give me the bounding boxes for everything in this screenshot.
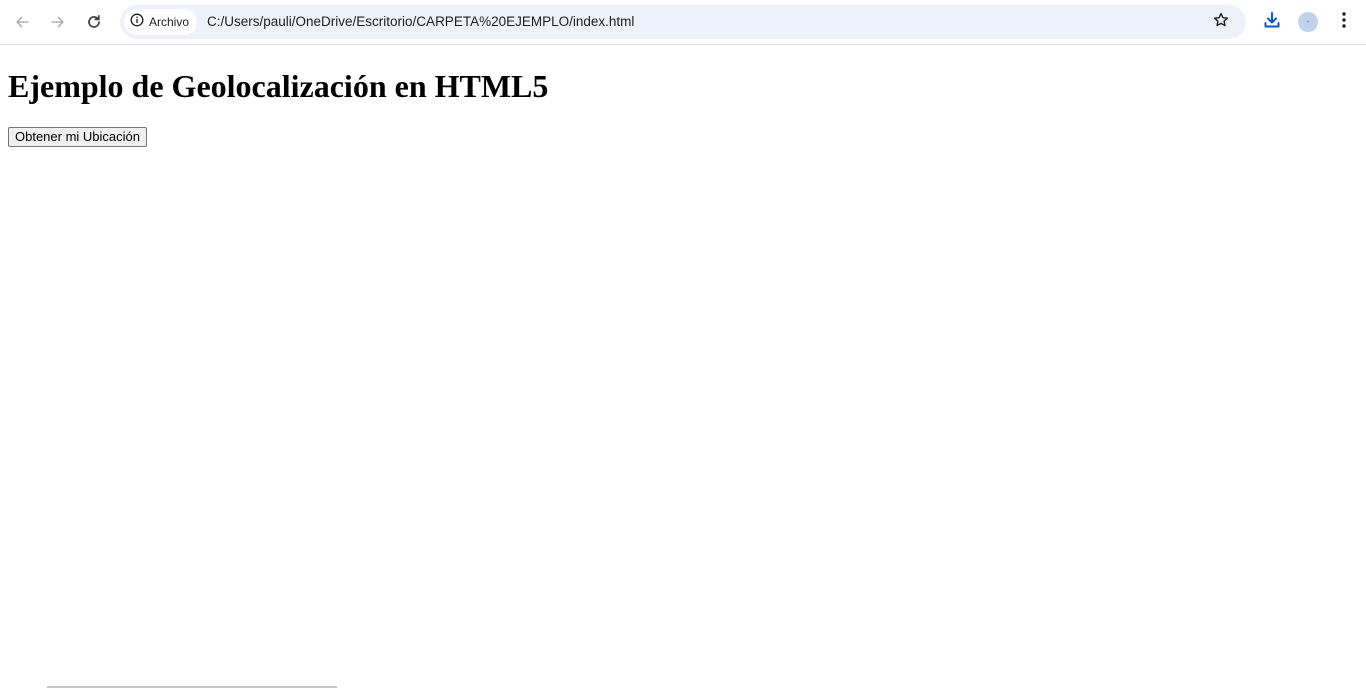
reload-icon xyxy=(86,14,102,30)
bookmark-button[interactable] xyxy=(1210,11,1232,33)
arrow-left-icon xyxy=(14,14,30,30)
back-button[interactable] xyxy=(8,8,36,36)
site-info-label: Archivo xyxy=(149,15,190,29)
arrow-right-icon xyxy=(50,14,66,30)
kebab-menu-icon xyxy=(1341,11,1347,34)
info-circle-icon xyxy=(130,13,144,32)
forward-button[interactable] xyxy=(44,8,72,36)
star-outline-icon xyxy=(1213,12,1229,33)
avatar-icon: - xyxy=(1298,12,1318,32)
browser-menu-button[interactable] xyxy=(1330,8,1358,36)
download-icon xyxy=(1263,11,1281,34)
profile-button[interactable]: - xyxy=(1294,8,1322,36)
browser-toolbar: Archivo C:/Users/pauli/OneDrive/Escritor… xyxy=(0,0,1366,45)
site-info-chip[interactable]: Archivo xyxy=(124,9,198,35)
profile-initial: - xyxy=(1306,17,1310,27)
reload-button[interactable] xyxy=(80,8,108,36)
get-location-button[interactable]: Obtener mi Ubicación xyxy=(8,127,147,147)
address-bar[interactable]: Archivo C:/Users/pauli/OneDrive/Escritor… xyxy=(120,5,1246,39)
downloads-button[interactable] xyxy=(1258,8,1286,36)
url-text[interactable]: C:/Users/pauli/OneDrive/Escritorio/CARPE… xyxy=(207,14,634,29)
page-content: Ejemplo de Geolocalización en HTML5 Obte… xyxy=(0,46,1366,688)
page-title: Ejemplo de Geolocalización en HTML5 xyxy=(8,68,549,104)
